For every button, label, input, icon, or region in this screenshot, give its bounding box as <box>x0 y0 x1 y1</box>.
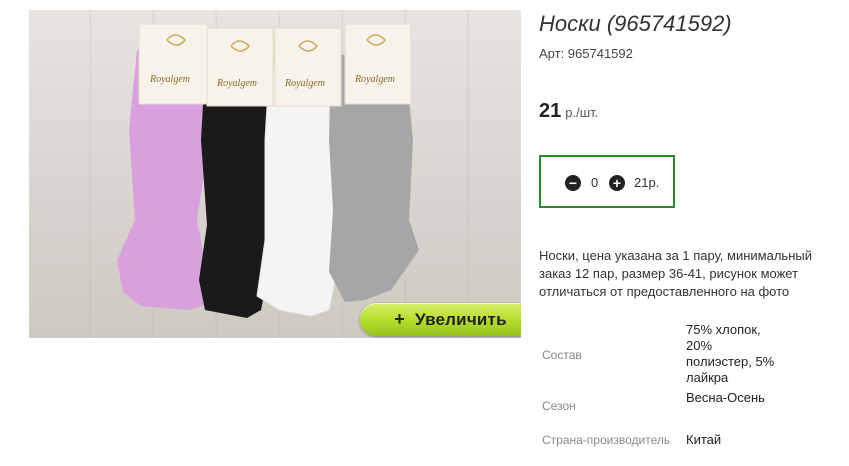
property-key: Страна-производитель <box>542 433 671 447</box>
product-description: Носки, цена указана за 1 пару, минимальн… <box>539 248 812 299</box>
price-value: 21 <box>539 100 562 122</box>
brand-text: Royalgem <box>354 74 395 85</box>
brand-label-2 <box>206 27 274 107</box>
property-key: Состав <box>542 348 582 362</box>
property-key: Сезон <box>542 399 576 413</box>
brand-text: Royalgem <box>216 78 257 89</box>
brand-label-3 <box>274 27 342 107</box>
property-value: Китай <box>686 432 722 447</box>
quantity-value: 0 <box>591 175 599 190</box>
product-title: Носки (965741592) <box>539 11 732 36</box>
quantity-stepper: − 0 + 21р. <box>539 155 675 208</box>
socks-image: Royalgem Royalgem Royalgem Royalgem <box>117 23 419 318</box>
zoom-label: Увеличить <box>414 309 507 329</box>
brand-text: Royalgem <box>284 78 325 89</box>
price-unit: р./шт. <box>565 105 599 120</box>
price: 21 р./шт. <box>539 100 598 123</box>
brand-text: Royalgem <box>149 74 190 85</box>
product-photo[interactable]: Royalgem Royalgem Royalgem Royalgem + Ув… <box>29 10 521 338</box>
property-value: Весна-Осень <box>686 390 765 405</box>
property-value: 75% хлопок, 20% полиэстер, 5% лайкра <box>686 322 775 385</box>
article-number: Арт: 965741592 <box>539 46 633 61</box>
zoom-button[interactable]: + Увеличить <box>360 303 521 336</box>
plus-circle-icon[interactable]: + <box>609 175 625 191</box>
plus-icon: + <box>394 309 405 329</box>
minus-circle-icon[interactable]: − <box>565 175 581 191</box>
brand-label-1 <box>138 23 208 105</box>
cart-sum: 21р. <box>634 175 660 190</box>
brand-label-4 <box>344 23 412 105</box>
